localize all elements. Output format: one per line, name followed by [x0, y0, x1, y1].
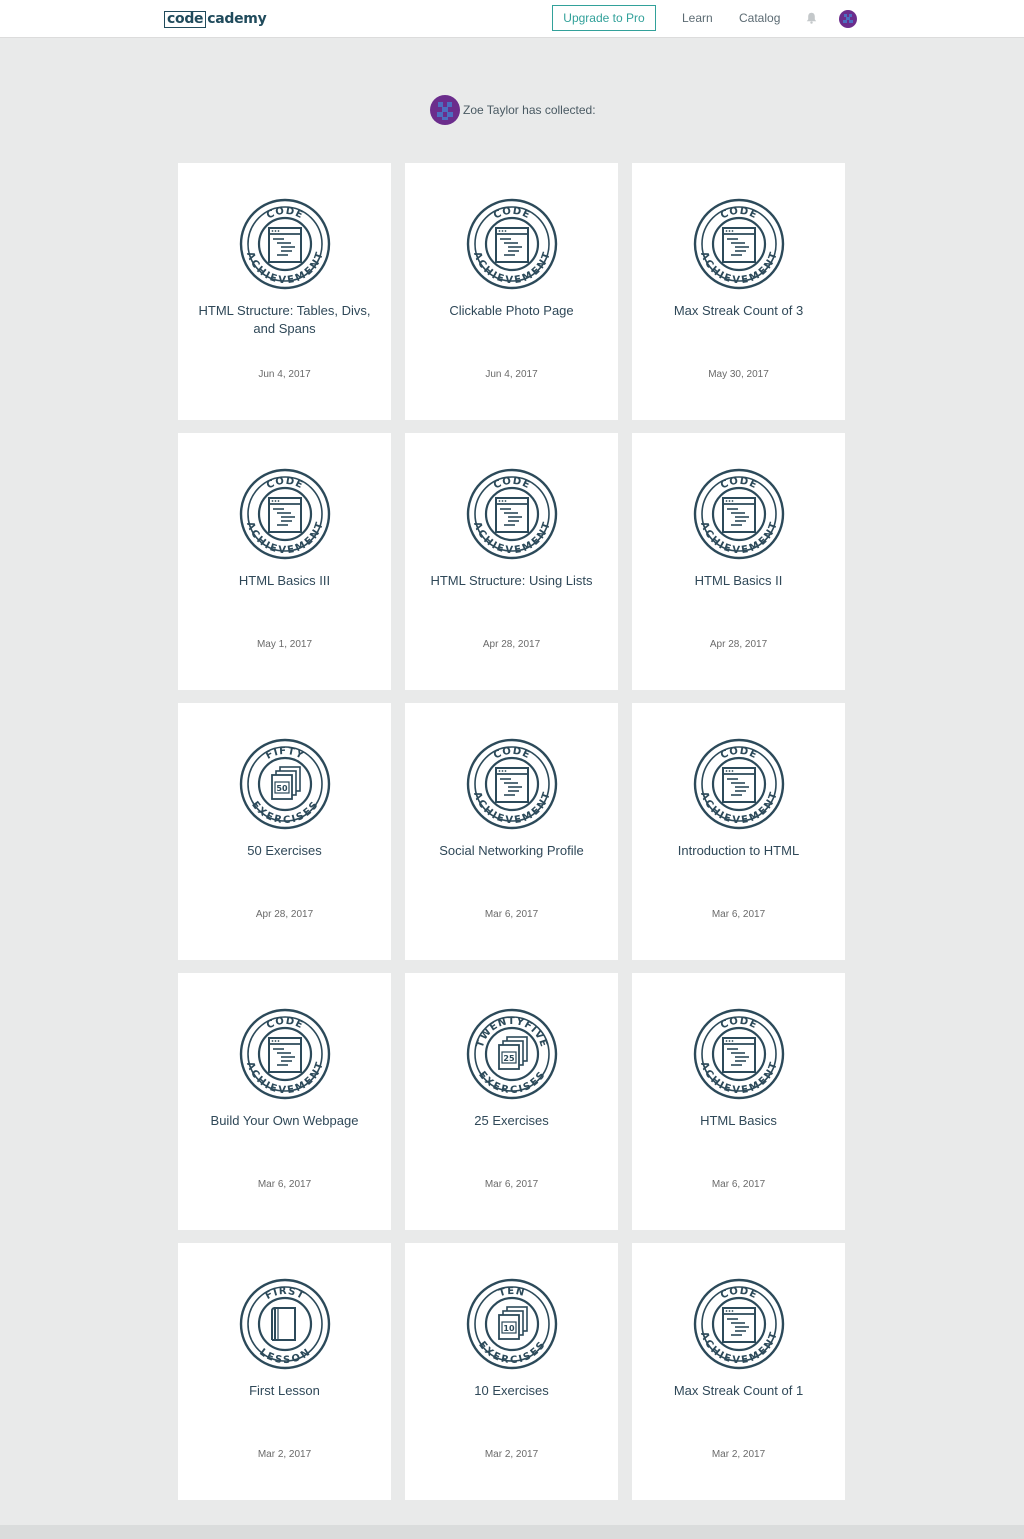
svg-text:FIRST: FIRST [264, 1286, 307, 1302]
achievement-date: Mar 6, 2017 [484, 1179, 539, 1190]
profile-name: Zoe Taylor [463, 103, 519, 117]
achievement-card[interactable]: CODE ACHIEVEMENT HTML Basics II Apr 28, 2… [632, 433, 845, 690]
achievement-card[interactable]: CODE ACHIEVEMENT Social Networking Profi… [405, 703, 618, 960]
collected-label: has collected: [522, 103, 596, 117]
code-achievement-icon: CODE ACHIEVEMENT [466, 738, 558, 830]
logo-code-part: code [164, 10, 207, 28]
profile-avatar-icon [430, 95, 460, 125]
nav-catalog-link[interactable]: Catalog [739, 11, 780, 25]
exercises-icon: TEN EXERCISES 10 [466, 1278, 558, 1370]
upgrade-to-pro-button[interactable]: Upgrade to Pro [552, 5, 656, 31]
achievement-date: Apr 28, 2017 [482, 639, 541, 650]
svg-text:50: 50 [276, 784, 288, 793]
bell-icon[interactable] [806, 12, 817, 24]
achievement-date: Mar 6, 2017 [711, 909, 766, 920]
achievement-title: 50 Exercises [247, 843, 322, 858]
code-achievement-icon: CODE ACHIEVEMENT [693, 1008, 785, 1100]
achievement-title: Introduction to HTML [677, 843, 800, 858]
code-achievement-icon: CODE ACHIEVEMENT [466, 198, 558, 290]
achievement-title: Max Streak Count of 3 [673, 303, 804, 318]
svg-text:FIFTY: FIFTY [264, 746, 306, 762]
code-achievement-icon: CODE ACHIEVEMENT [693, 198, 785, 290]
achievement-title: Max Streak Count of 1 [673, 1383, 804, 1398]
svg-text:10: 10 [503, 1324, 515, 1333]
code-achievement-icon: CODE ACHIEVEMENT [693, 468, 785, 560]
svg-text:EXERCISES: EXERCISES [249, 800, 321, 827]
achievement-date: Mar 6, 2017 [484, 909, 539, 920]
achievement-date: Jun 4, 2017 [258, 369, 311, 380]
svg-text:EXERCISES: EXERCISES [476, 1340, 548, 1367]
top-navbar: code cademy Upgrade to Pro Learn Catalog [0, 0, 1024, 38]
exercises-icon: FIFTY EXERCISES 50 [239, 738, 331, 830]
achievement-date: May 1, 2017 [256, 639, 313, 650]
achievement-card[interactable]: CODE ACHIEVEMENT HTML Basics Mar 6, 2017 [632, 973, 845, 1230]
achievement-date: Mar 2, 2017 [257, 1449, 312, 1460]
achievement-card[interactable]: CODE ACHIEVEMENT HTML Basics III May 1, 2… [178, 433, 391, 690]
achievement-card[interactable]: TEN EXERCISES 10 10 Exercises Mar 2, 2017 [405, 1243, 618, 1500]
achievement-card[interactable]: CODE ACHIEVEMENT HTML Structure: Tables,… [178, 163, 391, 420]
achievement-date: May 30, 2017 [708, 369, 769, 380]
exercises-icon: TWENTYFIVE EXERCISES 25 [466, 1008, 558, 1100]
achievement-card[interactable]: CODE ACHIEVEMENT Max Streak Count of 1 Ma… [632, 1243, 845, 1500]
user-avatar-icon[interactable] [839, 10, 857, 28]
achievement-title: Social Networking Profile [439, 843, 584, 858]
codecademy-logo[interactable]: code cademy [164, 10, 267, 28]
achievement-title: First Lesson [249, 1383, 320, 1398]
achievement-date: Apr 28, 2017 [255, 909, 314, 920]
collector-heading: Zoe Taylor has collected: [430, 95, 596, 125]
code-achievement-icon: CODE ACHIEVEMENT [239, 468, 331, 560]
svg-text:25: 25 [503, 1054, 515, 1063]
achievement-date: Mar 6, 2017 [711, 1179, 766, 1190]
achievement-date: Mar 6, 2017 [257, 1179, 312, 1190]
achievement-date: Mar 2, 2017 [711, 1449, 766, 1460]
footer-bar [0, 1525, 1024, 1539]
achievement-card[interactable]: FIFTY EXERCISES 50 50 Exercises Apr 28, 20… [178, 703, 391, 960]
collector-text: Zoe Taylor has collected: [463, 103, 596, 117]
code-achievement-icon: CODE ACHIEVEMENT [693, 738, 785, 830]
achievements-grid: CODE ACHIEVEMENT HTML Structure: Tables,… [178, 163, 846, 1500]
code-achievement-icon: CODE ACHIEVEMENT [239, 1008, 331, 1100]
achievement-card[interactable]: FIRST LESSON First Lesson Mar 2, 2017 [178, 1243, 391, 1500]
achievement-title: 25 Exercises [474, 1113, 549, 1128]
logo-cademy-part: cademy [207, 11, 267, 27]
code-achievement-icon: CODE ACHIEVEMENT [693, 1278, 785, 1370]
achievement-title: Clickable Photo Page [449, 303, 574, 318]
achievement-title: Build Your Own Webpage [210, 1113, 359, 1128]
achievement-date: Apr 28, 2017 [709, 639, 768, 650]
svg-text:EXERCISES: EXERCISES [476, 1070, 548, 1097]
achievement-card[interactable]: CODE ACHIEVEMENT Introduction to HTML Mar… [632, 703, 845, 960]
achievement-title: HTML Basics III [238, 573, 331, 588]
nav-learn-link[interactable]: Learn [682, 11, 713, 25]
achievement-title: HTML Basics II [694, 573, 783, 588]
achievement-date: Mar 2, 2017 [484, 1449, 539, 1460]
achievement-title: HTML Basics [700, 1113, 777, 1128]
achievement-title: HTML Structure: Tables, Divs, and Spans [198, 303, 371, 336]
achievement-card[interactable]: CODE ACHIEVEMENT Build Your Own Webpage M… [178, 973, 391, 1230]
achievement-card[interactable]: CODE ACHIEVEMENT Max Streak Count of 3 Ma… [632, 163, 845, 420]
achievement-card[interactable]: CODE ACHIEVEMENT HTML Structure: Using L… [405, 433, 618, 690]
code-achievement-icon: CODE ACHIEVEMENT [466, 468, 558, 560]
achievement-title: 10 Exercises [474, 1383, 549, 1398]
achievement-title: HTML Structure: Using Lists [430, 573, 593, 588]
code-achievement-icon: CODE ACHIEVEMENT [239, 198, 331, 290]
achievement-date: Jun 4, 2017 [485, 369, 538, 380]
first-lesson-icon: FIRST LESSON [239, 1278, 331, 1370]
achievement-card[interactable]: CODE ACHIEVEMENT Clickable Photo Page Jun… [405, 163, 618, 420]
achievement-card[interactable]: TWENTYFIVE EXERCISES 25 25 Exercises Mar 6… [405, 973, 618, 1230]
